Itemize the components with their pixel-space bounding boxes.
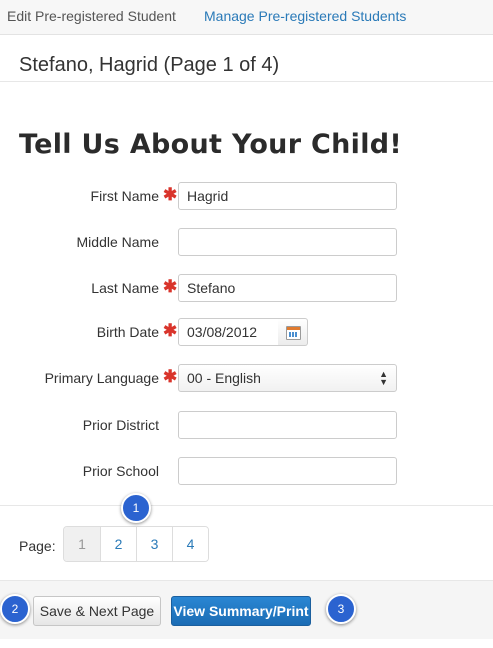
divider: [0, 81, 493, 82]
prior-district-field[interactable]: [178, 411, 397, 439]
pagination-label: Page:: [19, 538, 56, 554]
page-2-button[interactable]: 2: [100, 527, 136, 561]
first-name-row: First Name ✱: [0, 182, 493, 212]
page-1-button[interactable]: 1: [64, 527, 100, 561]
form-footer: Save & Next Page View Summary/Print: [0, 580, 493, 639]
tab-manage-pre-registered-students[interactable]: Manage Pre-registered Students: [204, 8, 406, 24]
middle-name-row: Middle Name: [0, 228, 493, 258]
view-summary-print-button[interactable]: View Summary/Print: [171, 596, 311, 626]
primary-language-value: 00 - English: [187, 370, 261, 386]
prior-school-field[interactable]: [178, 457, 397, 485]
primary-language-row: Primary Language ✱ 00 - English ▲ ▼: [0, 364, 493, 394]
middle-name-field[interactable]: [178, 228, 397, 256]
first-name-field[interactable]: [178, 182, 397, 210]
required-icon: ✱: [163, 367, 178, 386]
last-name-field[interactable]: [178, 274, 397, 302]
last-name-label: Last Name: [91, 280, 159, 296]
birth-date-label: Birth Date: [96, 324, 159, 340]
prior-district-row: Prior District: [0, 411, 493, 441]
primary-language-label: Primary Language: [44, 370, 159, 386]
date-picker-button[interactable]: [278, 318, 308, 346]
primary-language-select[interactable]: 00 - English ▲ ▼: [178, 364, 397, 392]
callout-badge-2: 2: [0, 594, 30, 624]
callout-badge-3: 3: [326, 594, 356, 624]
birth-date-field[interactable]: [178, 318, 279, 346]
middle-name-label: Middle Name: [76, 234, 159, 250]
form-heading: Tell Us About Your Child!: [19, 129, 402, 160]
prior-school-row: Prior School: [0, 457, 493, 487]
prior-district-label: Prior District: [82, 417, 159, 433]
top-tab-bar: Edit Pre-registered Student Manage Pre-r…: [0, 0, 493, 35]
first-name-label: First Name: [90, 188, 159, 204]
required-icon: ✱: [163, 321, 178, 340]
page-4-button[interactable]: 4: [172, 527, 208, 561]
page-title: Stefano, Hagrid (Page 1 of 4): [19, 54, 280, 76]
prior-school-label: Prior School: [82, 463, 159, 479]
save-next-page-button[interactable]: Save & Next Page: [33, 596, 161, 626]
calendar-icon: [286, 326, 301, 340]
divider: [0, 505, 493, 506]
page-3-button[interactable]: 3: [136, 527, 172, 561]
last-name-row: Last Name ✱: [0, 274, 493, 304]
birth-date-row: Birth Date ✱: [0, 318, 493, 348]
tab-edit-pre-registered-student[interactable]: Edit Pre-registered Student: [7, 8, 176, 24]
callout-badge-1: 1: [121, 493, 151, 523]
required-icon: ✱: [163, 277, 178, 296]
select-arrows-icon: ▲ ▼: [379, 369, 388, 387]
pagination: 1 2 3 4: [63, 526, 209, 562]
required-icon: ✱: [163, 185, 178, 204]
